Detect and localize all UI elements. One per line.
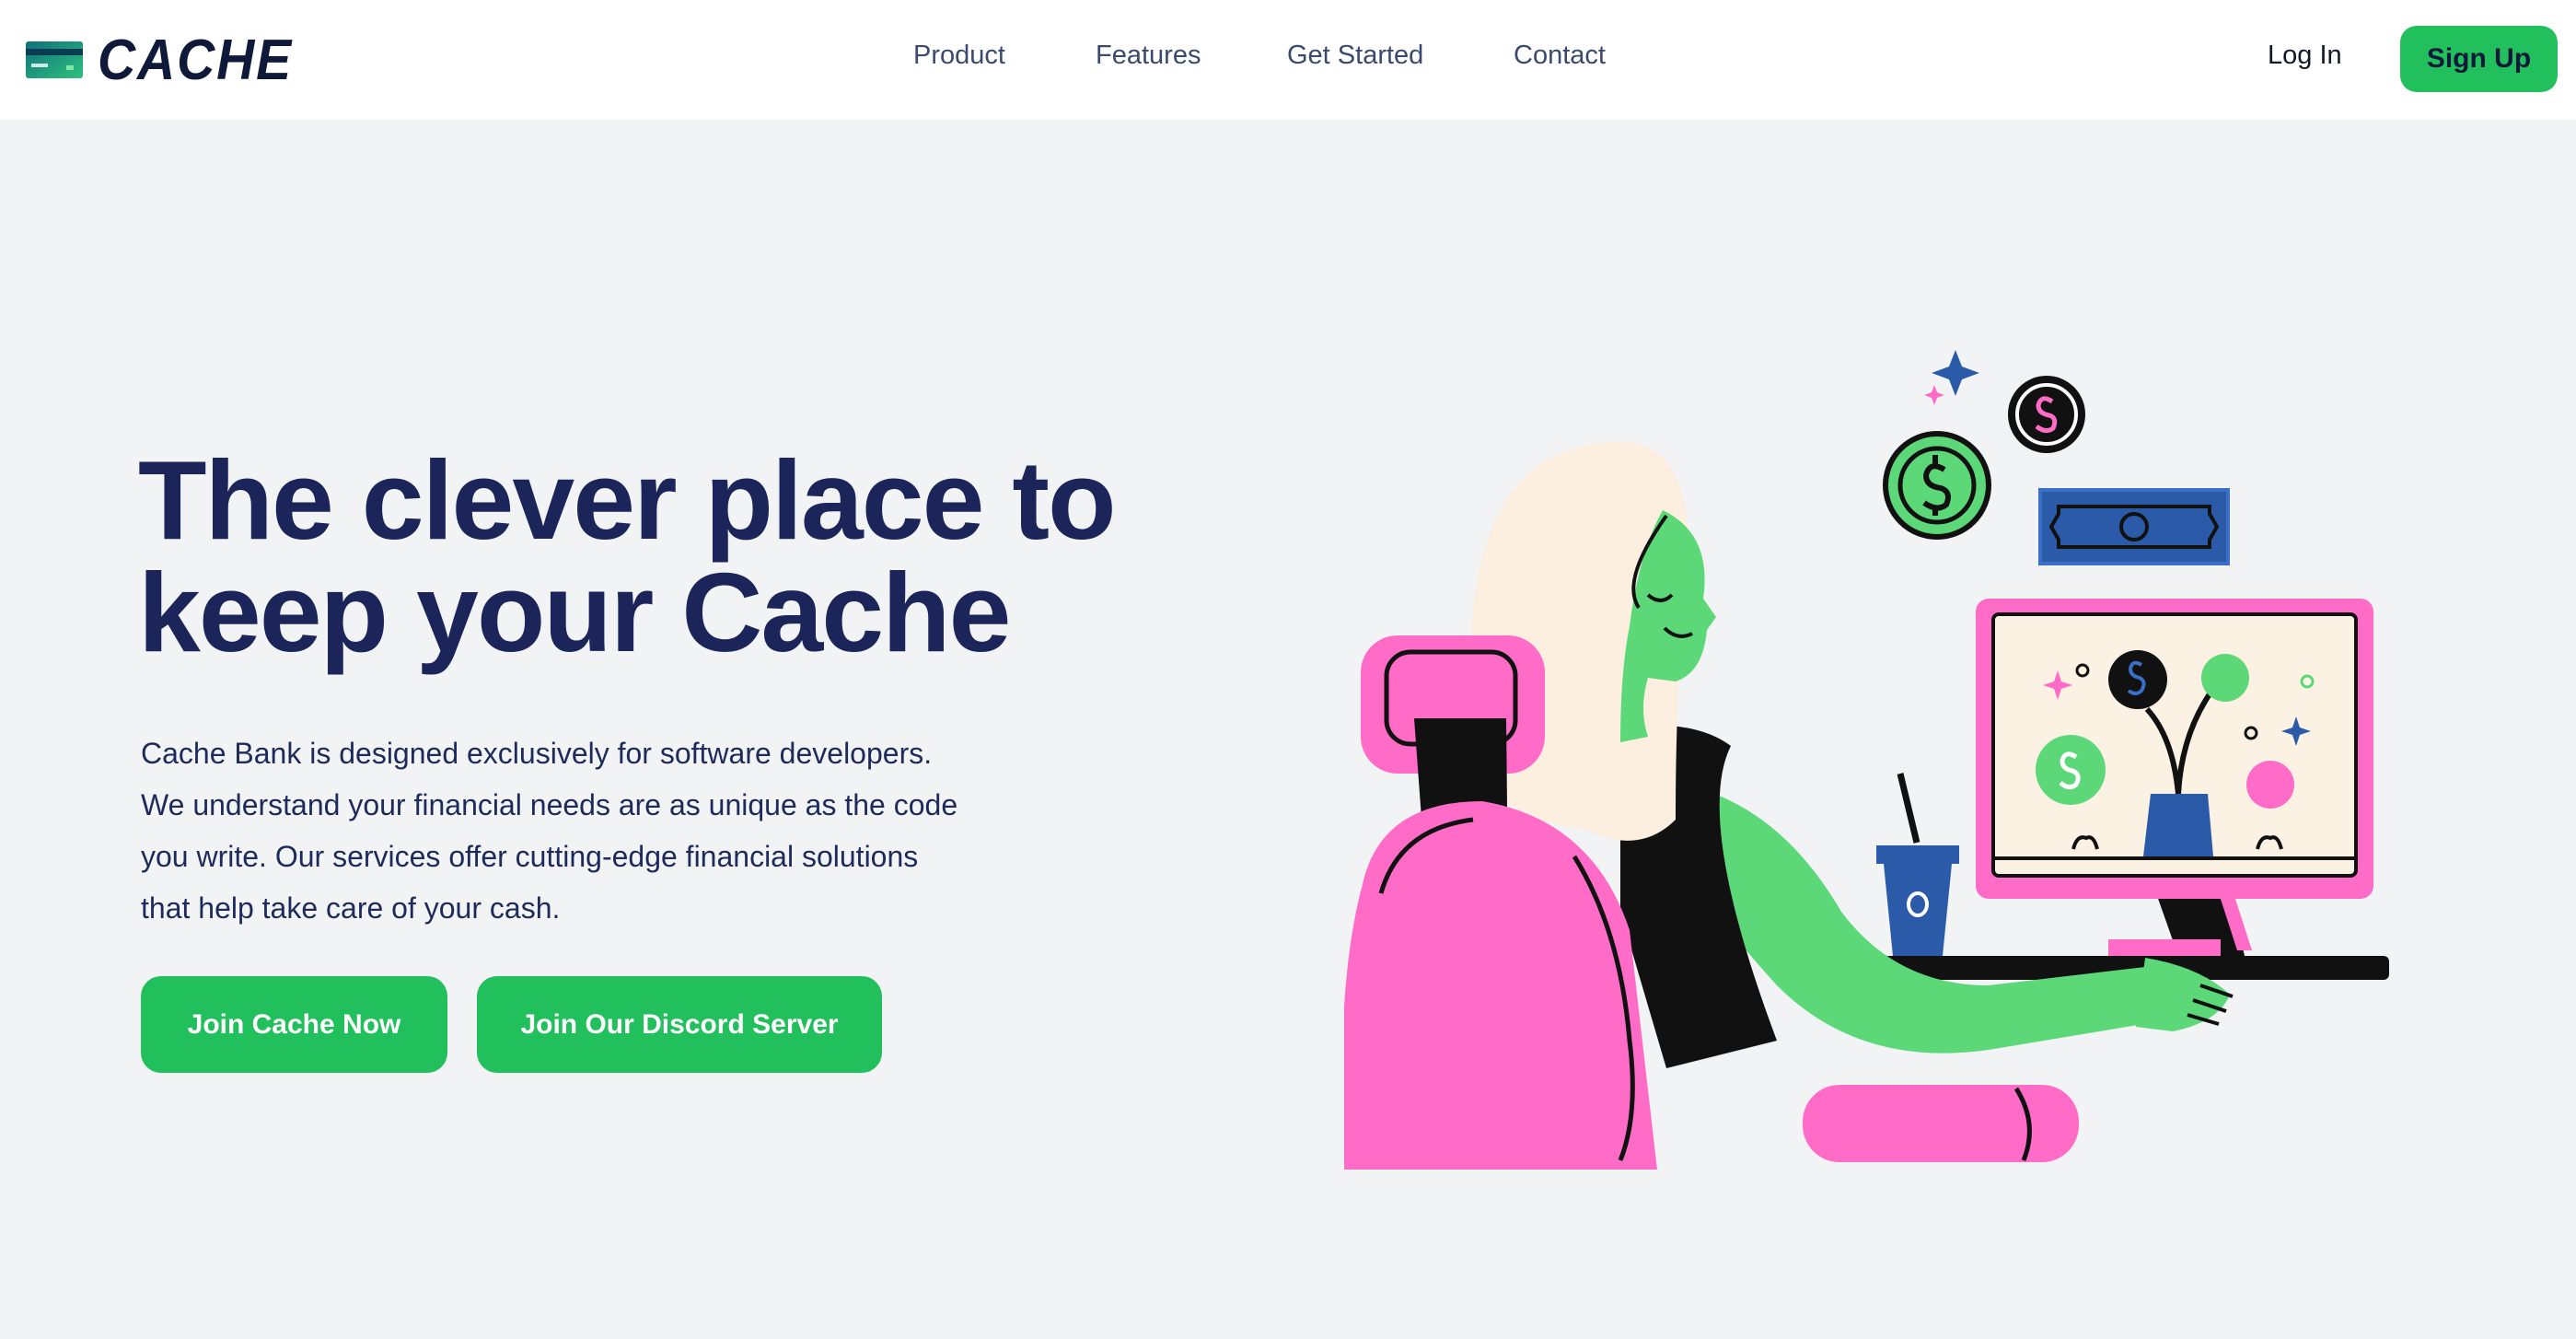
- hero-title-line2: keep your Cache: [138, 550, 1011, 675]
- hero-illustration: [1344, 350, 2389, 1170]
- nav-features[interactable]: Features: [1096, 41, 1201, 71]
- site-header: CACHE Product Features Get Started Conta…: [0, 0, 2576, 120]
- nav-contact[interactable]: Contact: [1514, 41, 1606, 71]
- monitor-icon: [1976, 599, 2373, 899]
- green-coin-icon: [1883, 431, 1991, 540]
- main-nav: Product Features Get Started Contact: [0, 41, 2576, 81]
- cup-icon: [1876, 773, 1959, 956]
- join-discord-button[interactable]: Join Our Discord Server: [477, 976, 882, 1073]
- login-link[interactable]: Log In: [2268, 41, 2342, 71]
- hero-title: The clever place to keep your Cache: [138, 444, 1243, 669]
- join-cache-button[interactable]: Join Cache Now: [141, 976, 447, 1073]
- signup-button[interactable]: Sign Up: [2400, 26, 2558, 92]
- pink-coin-icon: [2008, 376, 2085, 453]
- banknote-icon: [2038, 488, 2230, 565]
- hero-description: Cache Bank is designed exclusively for s…: [141, 737, 958, 925]
- hero-title-line1: The clever place to: [138, 437, 1116, 563]
- nav-get-started[interactable]: Get Started: [1287, 41, 1423, 71]
- nav-product[interactable]: Product: [913, 41, 1005, 71]
